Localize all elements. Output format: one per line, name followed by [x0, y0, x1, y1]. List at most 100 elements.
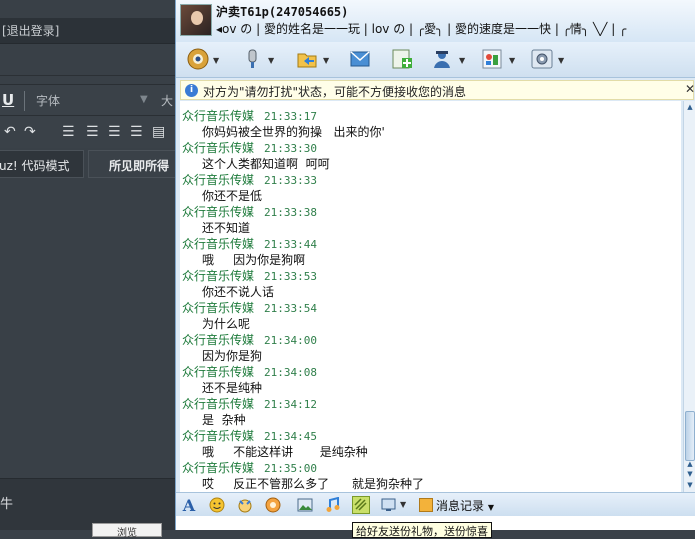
browse-button[interactable]: 浏览: [92, 523, 162, 539]
bullet-list-icon[interactable]: ☰: [86, 124, 99, 140]
message-text: 哦 因为你是狗啊: [202, 253, 306, 267]
message-time: 21:34:00: [264, 334, 317, 347]
message-history[interactable]: 众行音乐传媒 21:33:17 你妈妈被全世界的狗操 出来的你' 众行音乐传媒 21…: [180, 101, 681, 492]
message-time: 21:33:38: [264, 206, 317, 219]
message-sender: 众行音乐传媒: [182, 205, 255, 219]
font-select[interactable]: 字体: [36, 92, 60, 109]
message-text: 你还不说人话: [202, 285, 275, 299]
video-chat-icon[interactable]: [184, 45, 212, 73]
indent-icon[interactable]: ☰: [130, 124, 143, 140]
message-item: 众行音乐传媒 21:33:30 这个人类都知道啊 呵呵: [182, 139, 672, 171]
chevron-down-icon[interactable]: ▼: [459, 56, 465, 65]
qq-chat-window: 沪卖T61p(247054665) ◂ov の | 愛的姓名是一一玩 | lov…: [175, 0, 695, 538]
info-icon: i: [185, 84, 198, 97]
chevron-down-icon[interactable]: ▼: [140, 94, 148, 105]
tab-code-mode[interactable]: uz! 代码模式: [0, 150, 84, 178]
chevron-down-icon[interactable]: ▼: [213, 56, 219, 65]
message-scrollbar[interactable]: ▲ ▲ ▼ ▼: [683, 101, 695, 492]
close-icon[interactable]: ✕: [685, 82, 695, 96]
notice-text: 对方为"请勿打扰"状态，可能不方便接收您的消息: [203, 85, 467, 99]
emoticon-icon[interactable]: [208, 496, 226, 514]
editor-format-toolbar: ↶ ↷ ☰ ☰ ☰ ☰ ▤: [0, 116, 178, 148]
message-item: 众行音乐传媒 21:33:33 你还不是低: [182, 171, 672, 203]
history-label: 消息记录: [436, 499, 485, 513]
editor-content-area[interactable]: [0, 178, 178, 478]
message-time: 21:33:17: [264, 110, 317, 123]
background-forum-window: [退出登录] U 字体 ▼ 大 ↶ ↷ ☰ ☰ ☰ ☰ ▤ uz! 代码模式 所…: [0, 0, 188, 539]
magic-face-icon[interactable]: [236, 496, 254, 514]
chevron-down-icon[interactable]: ▼: [400, 500, 406, 509]
scroll-down-icon[interactable]: ▼: [685, 469, 695, 479]
message-text: 你妈妈被全世界的狗操 出来的你': [202, 125, 385, 139]
block-user-icon[interactable]: [428, 45, 456, 73]
avatar[interactable]: [180, 4, 212, 36]
scroll-up-icon[interactable]: ▲: [685, 102, 695, 112]
message-item: 众行音乐传媒 21:34:45 哦 不能这样讲 是纯杂种: [182, 427, 672, 459]
history-icon: [419, 498, 433, 512]
message-time: 21:33:54: [264, 302, 317, 315]
scroll-bottom-icon[interactable]: ▼: [685, 480, 695, 490]
message-sender: 众行音乐传媒: [182, 301, 255, 315]
settings-icon[interactable]: [528, 45, 556, 73]
gift-icon[interactable]: [352, 496, 370, 514]
shake-icon[interactable]: [264, 496, 282, 514]
message-item: 众行音乐传媒 21:33:44 哦 因为你是狗啊: [182, 235, 672, 267]
editor-footer: 牛 浏览: [0, 478, 178, 539]
message-time: 21:33:44: [264, 238, 317, 251]
image-icon[interactable]: [296, 496, 314, 514]
screenshot-icon[interactable]: [380, 496, 398, 514]
message-time: 21:33:30: [264, 142, 317, 155]
logout-link[interactable]: [退出登录]: [0, 18, 178, 44]
music-icon[interactable]: [324, 496, 342, 514]
numbered-list-icon[interactable]: ☰: [62, 124, 75, 140]
input-toolbar: A ▼ 消息记录 ▼: [176, 492, 695, 516]
underline-button[interactable]: U: [2, 91, 14, 109]
undo-icon[interactable]: ↶: [4, 124, 16, 140]
editor-mode-tabs: uz! 代码模式 所见即所得: [0, 148, 188, 178]
message-time: 21:34:08: [264, 366, 317, 379]
message-time: 21:34:45: [264, 430, 317, 443]
message-item: 众行音乐传媒 21:33:17 你妈妈被全世界的狗操 出来的你': [182, 107, 672, 139]
contact-name: 沪卖T61p(247054665): [216, 5, 349, 19]
chevron-down-icon[interactable]: ▼: [268, 56, 274, 65]
message-item: 众行音乐传媒 21:33:54 为什么呢: [182, 299, 672, 331]
footer-label: 牛: [0, 497, 14, 512]
message-item: 众行音乐传媒 21:33:53 你还不说人话: [182, 267, 672, 299]
editor-font-toolbar: U 字体 ▼ 大: [0, 84, 178, 116]
font-icon[interactable]: A: [180, 496, 198, 515]
message-time: 21:33:53: [264, 270, 317, 283]
message-time: 21:34:12: [264, 398, 317, 411]
font-size-select[interactable]: 大: [161, 92, 173, 109]
message-sender: 众行音乐传媒: [182, 269, 255, 283]
chevron-down-icon[interactable]: ▼: [323, 56, 329, 65]
message-sender: 众行音乐传媒: [182, 141, 255, 155]
message-sender: 众行音乐传媒: [182, 429, 255, 443]
scrollbar-thumb[interactable]: [685, 411, 695, 461]
tab-wysiwyg-mode[interactable]: 所见即所得: [88, 150, 188, 178]
chevron-down-icon[interactable]: ▼: [558, 56, 564, 65]
message-text: 你还不是低: [202, 189, 263, 203]
contact-signature: ◂ov の | 愛的姓名是一一玩 | lov の | ╭愛╮ | 愛的速度是一一…: [216, 22, 627, 36]
scroll-up-icon[interactable]: ▲: [685, 459, 695, 469]
align-icon[interactable]: ▤: [152, 124, 165, 140]
message-time: 21:33:33: [264, 174, 317, 187]
redo-icon[interactable]: ↷: [24, 124, 36, 140]
voice-chat-icon[interactable]: [238, 45, 266, 73]
message-sender: 众行音乐传媒: [182, 173, 255, 187]
message-text: 这个人类都知道啊 呵呵: [202, 157, 330, 171]
app-store-icon[interactable]: [478, 45, 506, 73]
message-text: 为什么呢: [202, 317, 251, 331]
message-item: 众行音乐传媒 21:34:00 因为你是狗: [182, 331, 672, 363]
email-icon[interactable]: [346, 45, 374, 73]
add-app-icon[interactable]: [388, 45, 416, 73]
do-not-disturb-notice: i 对方为"请勿打扰"状态，可能不方便接收您的消息 ✕: [180, 80, 695, 100]
message-sender: 众行音乐传媒: [182, 109, 255, 123]
message-text: 因为你是狗: [202, 349, 263, 363]
send-file-icon[interactable]: [293, 45, 321, 73]
message-item: 众行音乐传媒 21:34:12 是 杂种: [182, 395, 672, 427]
toolbar-separator: [24, 91, 25, 111]
outdent-icon[interactable]: ☰: [108, 124, 121, 140]
message-history-button[interactable]: 消息记录 ▼: [418, 496, 497, 514]
message-sender: 众行音乐传媒: [182, 333, 255, 347]
chevron-down-icon[interactable]: ▼: [509, 56, 515, 65]
